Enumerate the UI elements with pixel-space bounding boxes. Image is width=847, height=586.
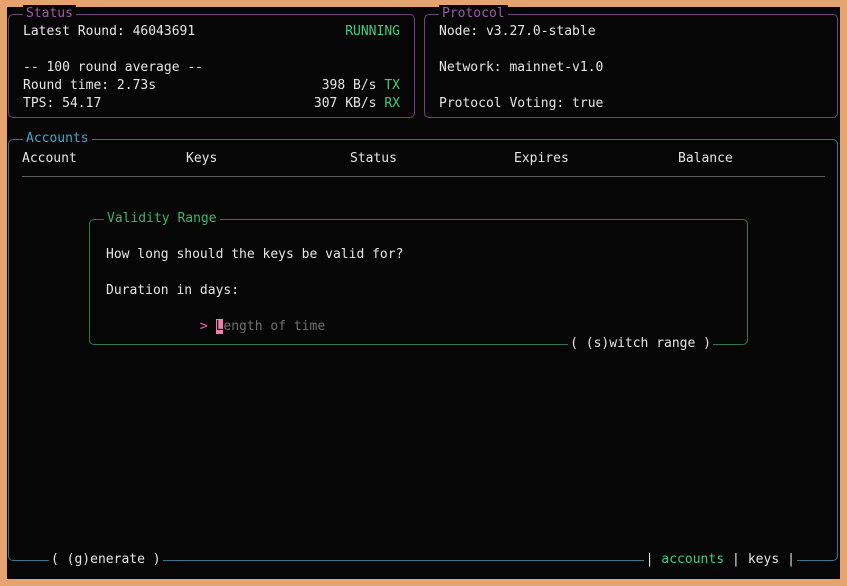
protocol-panel: Protocol Node: v3.27.0-stable Network: m… <box>424 14 838 118</box>
validity-range-title: Validity Range <box>104 210 220 228</box>
input-placeholder: ength of time <box>223 319 325 334</box>
status-panel: Status Latest Round: 46043691 RUNNING --… <box>8 14 415 118</box>
spacer-row <box>23 41 400 59</box>
tab-separator: | <box>646 551 654 569</box>
tx-label: TX <box>384 78 400 93</box>
spacer-row <box>439 41 823 59</box>
round-average-header: -- 100 round average -- <box>23 59 203 77</box>
round-time-value: Round time: 2.73s <box>23 77 156 95</box>
input-prompt-chevron: > <box>200 319 216 334</box>
rx-rate-value: 307 KB/s <box>314 96 384 111</box>
tps-value: TPS: 54.17 <box>23 95 101 113</box>
switch-range-button[interactable]: ( (s)witch range ) <box>568 335 713 353</box>
tx-rate: 398 B/s TX <box>322 77 400 95</box>
latest-round-value: Latest Round: 46043691 <box>23 23 195 41</box>
tab-accounts[interactable]: accounts <box>661 551 724 569</box>
view-tabs: | accounts | keys | <box>644 551 797 569</box>
rx-rate: 307 KB/s RX <box>314 95 400 113</box>
terminal-screen: Status Latest Round: 46043691 RUNNING --… <box>7 7 840 579</box>
network-name: Network: mainnet-v1.0 <box>439 59 603 77</box>
validity-range-dialog: Validity Range How long should the keys … <box>89 219 748 345</box>
column-header-expires: Expires <box>514 150 678 168</box>
generate-button[interactable]: ( (g)enerate ) <box>49 551 163 569</box>
duration-label: Duration in days: <box>106 282 731 300</box>
tx-rate-value: 398 B/s <box>322 78 385 93</box>
tab-keys[interactable]: keys <box>748 551 779 569</box>
accounts-panel: Accounts Account Keys Status Expires Bal… <box>8 139 838 561</box>
status-panel-title: Status <box>23 5 76 23</box>
tab-separator: | <box>787 551 795 569</box>
column-header-status: Status <box>350 150 514 168</box>
table-header-divider <box>22 176 825 177</box>
spacer-row <box>439 77 823 95</box>
rx-label: RX <box>384 96 400 111</box>
node-version: Node: v3.27.0-stable <box>439 23 596 41</box>
column-header-keys: Keys <box>186 150 350 168</box>
validity-question: How long should the keys be valid for? <box>106 246 731 264</box>
node-state-badge: RUNNING <box>345 23 400 41</box>
accounts-panel-title: Accounts <box>23 130 92 148</box>
spacer-row <box>106 264 731 282</box>
column-header-balance: Balance <box>678 150 842 168</box>
duration-input[interactable]: > Length of time <box>106 300 731 318</box>
column-header-account: Account <box>22 150 186 168</box>
tab-separator: | <box>732 551 740 569</box>
protocol-panel-title: Protocol <box>439 5 508 23</box>
window-frame: Status Latest Round: 46043691 RUNNING --… <box>0 0 847 586</box>
accounts-table-header: Account Keys Status Expires Balance <box>9 150 837 168</box>
protocol-voting: Protocol Voting: true <box>439 95 603 113</box>
